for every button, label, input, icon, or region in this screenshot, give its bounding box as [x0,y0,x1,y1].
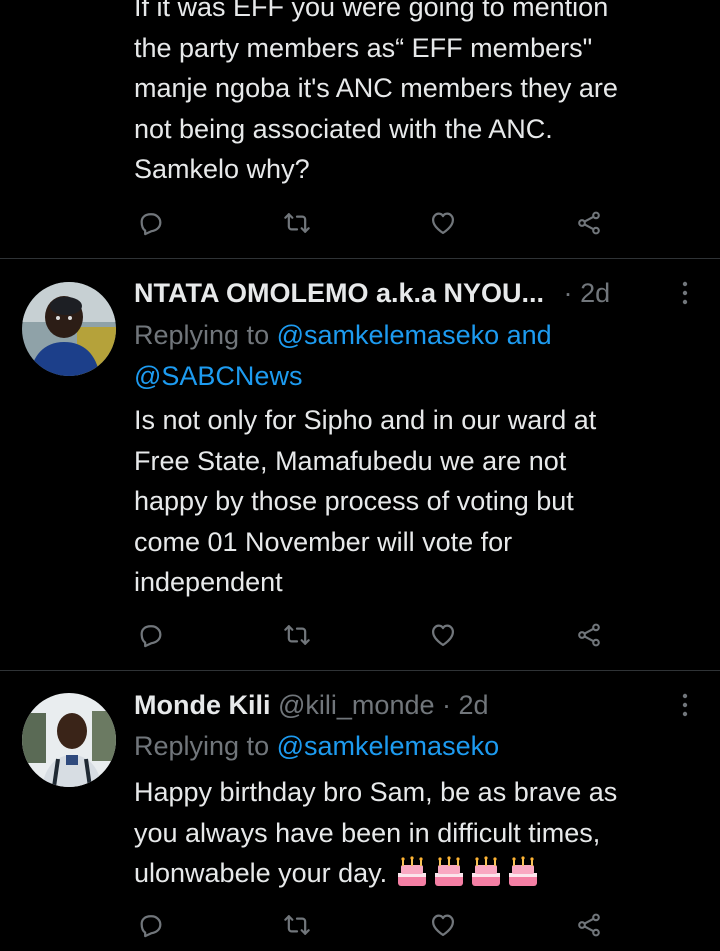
divider [0,670,720,671]
birthday-cake-icon [398,856,427,886]
birthday-cake-icon [509,856,538,886]
retweet-button[interactable] [280,206,314,240]
avatar[interactable] [22,282,116,376]
retweet-icon [284,915,310,935]
share-button[interactable] [572,618,606,652]
share-button[interactable] [572,206,606,240]
more-vertical-icon [682,281,688,305]
reply-icon [140,213,162,236]
timestamp[interactable]: 2d [459,690,489,720]
separator: · [563,278,573,308]
more-options-button[interactable] [670,276,700,310]
replying-to: Replying to @samkelemaseko [134,726,694,767]
divider [0,258,720,259]
reply-feed: If it was EFF you were going to mention … [0,0,720,951]
share-button[interactable] [572,908,606,942]
tweet-header: Monde Kili @kili_monde · 2d [134,685,489,725]
mention-link[interactable]: @samkelemaseko [277,731,500,761]
share-icon [578,211,600,235]
tweet-actions [134,206,614,240]
heart-icon [431,212,455,235]
share-icon [578,913,600,937]
mention-link[interactable]: @samkelemaseko [277,320,500,350]
reply-icon [140,915,162,938]
share-icon [578,623,600,647]
replying-to: Replying to @samkelemaseko and @SABCNews [134,315,694,396]
retweet-button[interactable] [280,618,314,652]
retweet-button[interactable] [280,908,314,942]
heart-icon [431,914,455,937]
tweet-header: NTATA OMOLEMO a.k.a NYOU... · 2d [134,273,610,313]
avatar[interactable] [22,693,116,787]
like-button[interactable] [426,908,460,942]
replying-to-label: Replying to [134,731,270,761]
reply-button[interactable] [134,618,168,652]
reply-button[interactable] [134,206,168,240]
replying-to-label: Replying to [134,320,270,350]
more-options-button[interactable] [670,688,700,722]
birthday-cake-icon [435,856,464,886]
mention-link[interactable]: @SABCNews [134,361,302,391]
separator: · [442,690,452,720]
mention-conjunction: and [506,320,552,350]
retweet-icon [284,213,310,233]
reply-icon [140,625,162,648]
tweet-body: Happy birthday bro Sam, be as brave as y… [134,772,704,894]
emoji-row [395,856,543,893]
more-vertical-icon [682,693,688,717]
user-handle[interactable]: @kili_monde [278,690,434,720]
tweet-text: Happy birthday bro Sam, be as brave as y… [134,777,618,888]
avatar-photo [22,282,116,376]
retweet-icon [284,625,310,645]
display-name[interactable]: Monde Kili [134,690,271,720]
like-button[interactable] [426,618,460,652]
tweet-actions [134,618,614,652]
tweet-text: Is not only for Sipho and in our ward at… [134,405,597,597]
tweet-actions [134,908,614,942]
heart-icon [431,624,455,647]
reply-button[interactable] [134,908,168,942]
timestamp[interactable]: 2d [580,278,610,308]
avatar-photo [22,693,116,787]
display-name[interactable]: NTATA OMOLEMO a.k.a NYOU... [134,278,544,308]
like-button[interactable] [426,206,460,240]
tweet-text: If it was EFF you were going to mention … [134,0,618,184]
birthday-cake-icon [472,856,501,886]
